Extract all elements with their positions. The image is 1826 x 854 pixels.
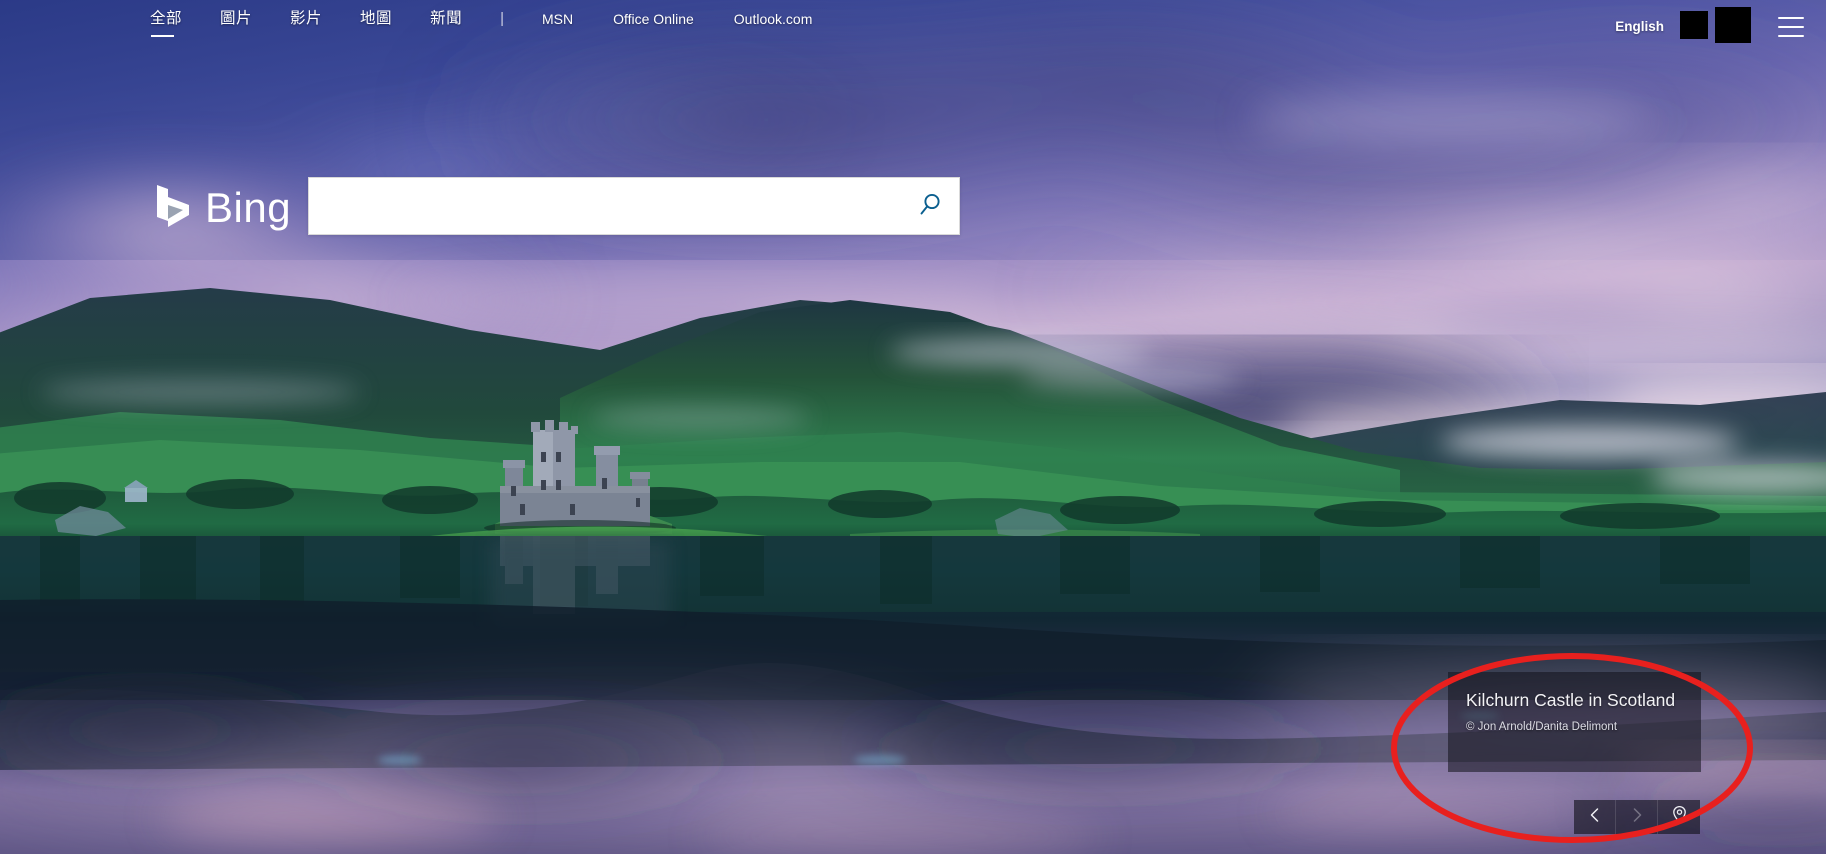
- image-title: Kilchurn Castle in Scotland: [1466, 690, 1676, 710]
- search-input[interactable]: [309, 178, 901, 234]
- bing-wordmark: Bing: [205, 184, 292, 231]
- search-bar[interactable]: [308, 177, 960, 235]
- search-magnifier-icon: [917, 192, 943, 221]
- nav-item-news[interactable]: 新聞: [430, 10, 462, 34]
- nav-divider: |: [500, 10, 504, 27]
- hamburger-menu-icon[interactable]: [1778, 16, 1804, 37]
- nav-item-msn[interactable]: MSN: [542, 10, 573, 34]
- bing-logo[interactable]: Bing: [155, 182, 291, 234]
- header-right-cluster: English: [1615, 7, 1804, 43]
- next-image-button[interactable]: [1616, 800, 1658, 834]
- map-pin-icon: [1671, 805, 1688, 829]
- language-selector[interactable]: English: [1615, 19, 1664, 34]
- redacted-region-1: [1680, 11, 1708, 39]
- chevron-left-icon: [1588, 807, 1602, 828]
- nav-item-office-online[interactable]: Office Online: [613, 10, 694, 34]
- image-credit: © Jon Arnold/Danita Delimont: [1466, 721, 1618, 733]
- top-navigation-bar: 全部 圖片 影片 地圖 新聞 | MSN Office Online Outlo…: [0, 0, 1826, 43]
- previous-image-button[interactable]: [1574, 800, 1616, 834]
- nav-item-videos[interactable]: 影片: [290, 10, 322, 34]
- nav-item-all[interactable]: 全部: [150, 10, 182, 37]
- search-submit-button[interactable]: [901, 178, 959, 234]
- chevron-right-icon: [1630, 807, 1644, 828]
- redacted-region-2: [1715, 7, 1751, 43]
- nav-item-outlook[interactable]: Outlook.com: [734, 10, 813, 34]
- image-location-button[interactable]: [1658, 800, 1700, 834]
- primary-nav: 全部 圖片 影片 地圖 新聞 | MSN Office Online Outlo…: [150, 10, 852, 37]
- image-info-card[interactable]: Kilchurn Castle in Scotland © Jon Arnold…: [1448, 672, 1701, 772]
- nav-item-images[interactable]: 圖片: [220, 10, 252, 34]
- nav-item-maps[interactable]: 地圖: [360, 10, 392, 34]
- bing-logo-icon: [155, 183, 193, 233]
- image-carousel-controls: [1574, 800, 1700, 834]
